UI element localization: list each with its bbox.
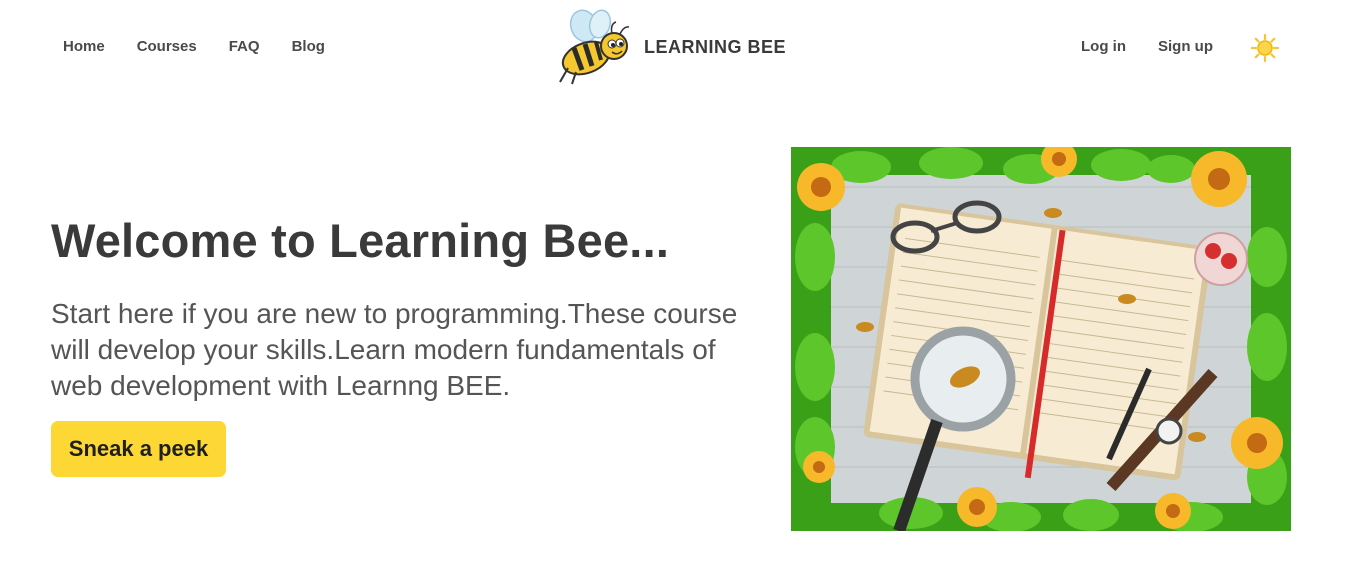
brand-name: LEARNING BEE — [644, 36, 787, 57]
sun-icon — [1250, 33, 1280, 63]
hero-description: Start here if you are new to programming… — [51, 298, 738, 401]
brand[interactable]: LEARNING BEE — [554, 8, 786, 86]
theme-toggle-button[interactable] — [1250, 33, 1280, 63]
bee-logo-icon — [559, 9, 630, 85]
hero-image — [791, 141, 1291, 533]
auth-nav: Log in Sign up — [1081, 38, 1213, 55]
nav-faq[interactable]: FAQ — [229, 38, 260, 55]
nav-home[interactable]: Home — [63, 38, 105, 55]
hero-title: Welcome to Learning Bee... — [51, 214, 670, 267]
main-nav: Home Courses FAQ Blog — [63, 38, 325, 55]
login-link[interactable]: Log in — [1081, 38, 1126, 55]
signup-link[interactable]: Sign up — [1158, 38, 1213, 55]
nav-blog[interactable]: Blog — [292, 38, 325, 55]
nav-courses[interactable]: Courses — [137, 38, 197, 55]
sneak-peek-button[interactable]: Sneak a peek — [51, 421, 226, 477]
